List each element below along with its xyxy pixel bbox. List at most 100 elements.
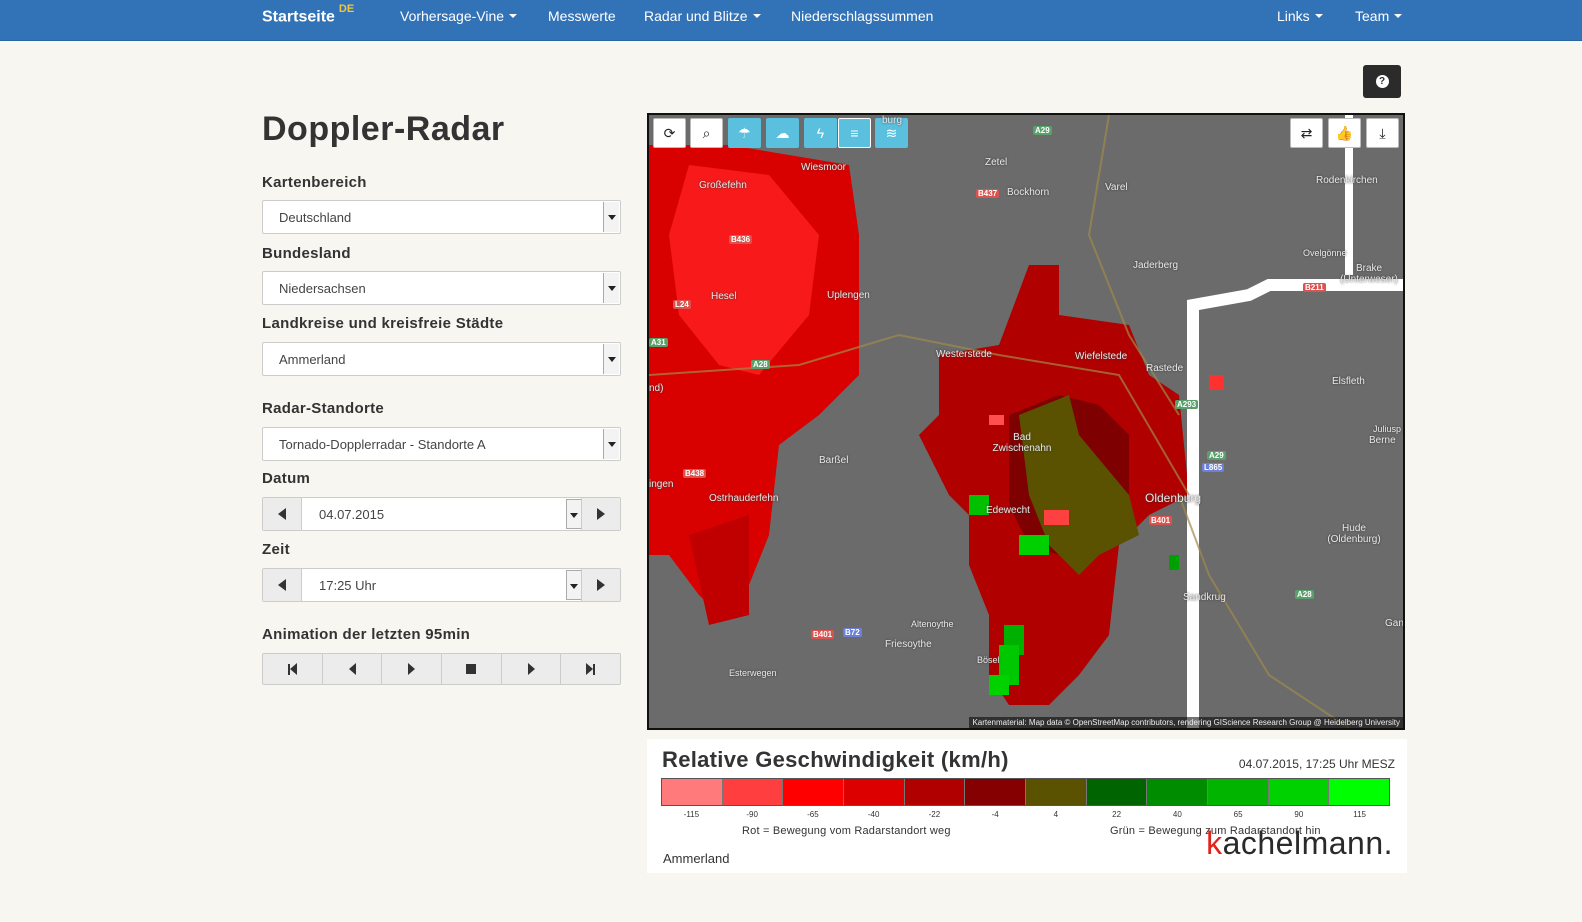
chevron-down-icon[interactable]: [566, 499, 582, 529]
radar-echo-green-5: [989, 675, 1009, 695]
datum-prev-button[interactable]: [263, 498, 302, 530]
road-shield: B437: [976, 189, 1000, 198]
first-frame-button[interactable]: [263, 654, 323, 684]
datum-value[interactable]: 04.07.2015: [319, 507, 384, 522]
city-label: Uplengen: [827, 290, 870, 301]
refresh-button[interactable]: ⟳: [653, 118, 686, 148]
landkreis-label: Landkreise und kreisfreie Städte: [262, 315, 504, 332]
nav-radar-und-blitze[interactable]: Radar und Blitze: [644, 8, 761, 24]
legend-swatch: [844, 779, 905, 805]
city-label: Wiefelstede: [1075, 351, 1128, 362]
rain-button[interactable]: ☁: [766, 118, 799, 148]
road-shield: B72: [843, 628, 862, 637]
chevron-down-icon: [752, 14, 761, 19]
road-shield: A29: [1033, 126, 1052, 135]
city-label: nd): [649, 383, 664, 394]
city-label: Edewecht: [986, 505, 1030, 516]
zeit-label: Zeit: [262, 541, 290, 558]
legend-swatch: [1026, 779, 1087, 805]
chevron-down-icon[interactable]: [603, 429, 619, 459]
road-shield: B401: [811, 630, 835, 639]
legend-tick: 4: [1053, 810, 1059, 819]
zeit-value[interactable]: 17:25 Uhr: [319, 578, 376, 593]
road-shield: B211: [1303, 283, 1326, 292]
kartenbereich-value: Deutschland: [279, 210, 352, 225]
thumbs-up-icon: 👍: [1335, 124, 1354, 141]
wind-icon: ≋: [885, 124, 898, 141]
retweet-button[interactable]: ⇄: [1290, 118, 1323, 148]
chevron-down-icon: [1394, 14, 1403, 19]
help-button[interactable]: ?: [1363, 65, 1401, 98]
nav-team[interactable]: Team: [1355, 8, 1403, 24]
legend-tick: -65: [807, 810, 819, 819]
legend-tick: -90: [746, 810, 758, 819]
radar-map[interactable]: ⟳ ⌕ ☂ ☁ ϟ ≡ ≋ ⇄ 👍 ⤓ Großefehn Wiesmoor Z…: [647, 113, 1405, 730]
city-label: Zetel: [985, 157, 1008, 168]
page-title: Doppler-Radar: [262, 110, 505, 148]
legend-tick: -22: [928, 810, 941, 819]
kartenbereich-select[interactable]: Deutschland: [262, 200, 621, 234]
brand-link[interactable]: Startseite DE: [262, 3, 354, 26]
stop-icon: [466, 664, 477, 674]
datum-next-button[interactable]: [581, 498, 620, 530]
lightning-button[interactable]: ϟ: [804, 118, 837, 148]
city-label: Gan: [1385, 618, 1404, 629]
legend-tick: 65: [1233, 810, 1243, 819]
radar-standorte-select[interactable]: Tornado-Dopplerradar - Standorte A: [262, 427, 621, 461]
nav-niederschlagssummen[interactable]: Niederschlagssummen: [791, 8, 933, 24]
umbrella-button[interactable]: ☂: [728, 118, 761, 148]
nav-messwerte[interactable]: Messwerte: [548, 8, 616, 24]
download-icon: ⤓: [1379, 124, 1386, 141]
radar-overlay: [649, 115, 1403, 728]
city-label: Esterwegen: [729, 668, 777, 678]
city-label: Juliusp: [1373, 424, 1402, 434]
arrow-left-icon: [278, 508, 286, 520]
legend-tick: 22: [1112, 810, 1122, 819]
road-shield: B438: [683, 469, 707, 478]
last-frame-button[interactable]: [561, 654, 620, 684]
doppler-button[interactable]: ≡: [838, 118, 871, 148]
like-button[interactable]: 👍: [1328, 118, 1361, 148]
city-label: Westerstede: [936, 349, 992, 360]
chevron-down-icon[interactable]: [603, 202, 619, 232]
city-label: Hesel: [711, 291, 737, 302]
city-label: Großefehn: [699, 180, 747, 191]
top-navbar: Startseite DE Vorhersage-Vine Messwerte R…: [0, 0, 1582, 41]
city-label: Elsfleth: [1332, 376, 1365, 387]
legend-tick: -115: [683, 810, 700, 819]
city-label: Brake (Unterweser): [1340, 263, 1398, 285]
road-shield: L24: [673, 300, 691, 309]
chevron-down-icon[interactable]: [566, 570, 582, 600]
city-label: Ostrhauderfehn: [709, 493, 779, 504]
nav-links[interactable]: Links: [1277, 8, 1323, 24]
chevron-down-icon[interactable]: [603, 344, 619, 374]
download-button[interactable]: ⤓: [1366, 118, 1399, 148]
road-shield: A293: [1175, 400, 1199, 409]
next-frame-button[interactable]: [502, 654, 562, 684]
play-button[interactable]: [382, 654, 443, 684]
stop-button[interactable]: [442, 654, 502, 684]
prev-frame-button[interactable]: [323, 654, 383, 684]
map-attribution: Kartenmaterial: Map data © OpenStreetMap…: [969, 717, 1403, 728]
kartenbereich-label: Kartenbereich: [262, 174, 367, 191]
color-scale-ticks: -115 -90 -65 -40 -22 -4 4 22 40 65 90 115: [661, 810, 1390, 822]
velocity-legend: Relative Geschwindigkeit (km/h) 04.07.20…: [647, 739, 1407, 873]
nav-vorhersage-vine[interactable]: Vorhersage-Vine: [400, 8, 518, 24]
legend-area-name: Ammerland: [663, 851, 730, 866]
umbrella-icon: ☂: [738, 124, 751, 141]
animation-label: Animation der letzten 95min: [262, 626, 471, 643]
road-shield: L865: [1202, 463, 1225, 472]
legend-swatch: [1086, 779, 1148, 805]
legend-tick: 40: [1172, 810, 1182, 819]
chevron-down-icon[interactable]: [603, 273, 619, 303]
city-label: Barßel: [819, 455, 849, 466]
zoom-button[interactable]: ⌕: [690, 118, 723, 148]
legend-tick: 90: [1294, 810, 1304, 819]
road-shield: A28: [1295, 590, 1314, 599]
zeit-next-button[interactable]: [581, 569, 620, 601]
landkreis-select[interactable]: Ammerland: [262, 342, 621, 376]
radar-standorte-value: Tornado-Dopplerradar - Standorte A: [279, 437, 486, 452]
bundesland-select[interactable]: Niedersachsen: [262, 271, 621, 305]
animation-controls: [262, 653, 621, 685]
zeit-prev-button[interactable]: [263, 569, 302, 601]
